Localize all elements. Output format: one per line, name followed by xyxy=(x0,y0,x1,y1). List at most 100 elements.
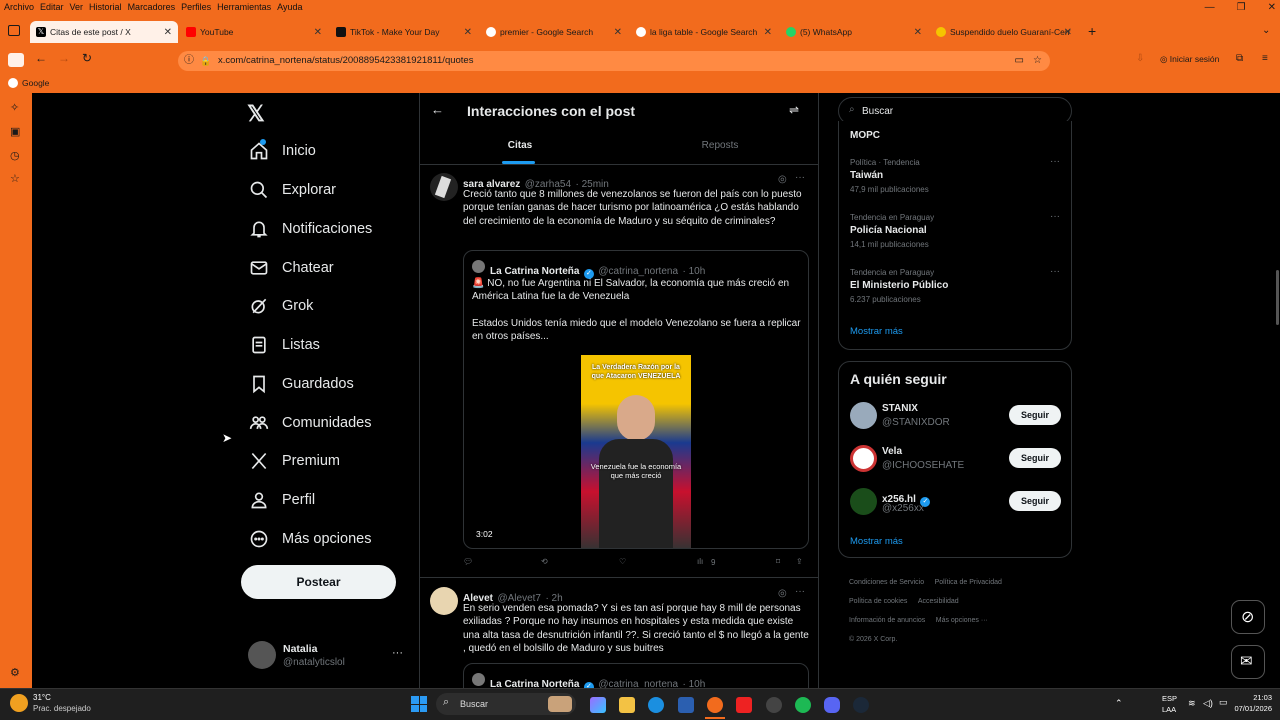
close-tab-icon[interactable]: ✕ xyxy=(1064,27,1072,38)
bookmark-icon[interactable]: ⌑ xyxy=(776,557,780,566)
taskbar-search[interactable]: ⌕ Buscar xyxy=(436,693,576,715)
nav-premium[interactable]: Premium xyxy=(249,446,340,476)
trend-item[interactable]: Política · Tendencia Taiwán 47,9 mil pub… xyxy=(850,156,1060,194)
nav-comunidades[interactable]: Comunidades xyxy=(249,408,371,438)
show-more-trends-link[interactable]: Mostrar más xyxy=(850,326,903,337)
outlook-icon[interactable] xyxy=(678,697,694,713)
history-icon[interactable]: ◷ xyxy=(10,149,20,162)
nav-mas-opciones[interactable]: Más opciones xyxy=(249,524,371,554)
weather-desc[interactable]: Prac. despejado xyxy=(33,704,91,713)
avatar[interactable] xyxy=(430,587,458,615)
follow-button[interactable]: Seguir xyxy=(1009,448,1061,468)
site-info-icon[interactable]: ⓘ xyxy=(184,51,194,71)
like-icon[interactable]: ♡ xyxy=(619,557,626,566)
windows-start-icon[interactable] xyxy=(411,696,427,712)
bookmarks-icon[interactable]: ☆ xyxy=(10,172,20,185)
sparkle-icon[interactable]: ✧ xyxy=(10,101,19,114)
wallet-icon[interactable]: ▣ xyxy=(10,125,20,138)
close-tab-icon[interactable]: ✕ xyxy=(614,27,622,38)
language-indicator[interactable]: ESP xyxy=(1162,694,1177,703)
grok-icon[interactable]: ◎ xyxy=(778,588,787,599)
weather-temp[interactable]: 31°C xyxy=(33,693,51,702)
more-icon[interactable]: ··· xyxy=(1050,156,1060,167)
menu-herramientas[interactable]: Herramientas xyxy=(217,0,271,14)
views-icon[interactable]: ılı xyxy=(697,557,703,566)
tab-news[interactable]: Suspendido duelo Guaraní-Cerr ✕ xyxy=(930,21,1078,43)
more-icon[interactable]: ··· xyxy=(795,172,805,183)
nav-explorar[interactable]: Explorar xyxy=(249,175,336,205)
tab-reposts[interactable]: Reposts xyxy=(620,131,818,165)
nav-listas[interactable]: Listas xyxy=(249,330,320,360)
browser-icon[interactable] xyxy=(707,697,723,713)
tab-whatsapp[interactable]: (5) WhatsApp ✕ xyxy=(780,21,928,43)
x-logo-icon[interactable]: 𝕏 xyxy=(247,101,265,127)
footer-link-terms[interactable]: Condiciones de Servicio xyxy=(849,579,924,586)
grok-fab[interactable]: ⊘ xyxy=(1231,600,1265,634)
tab-overview-icon[interactable] xyxy=(8,25,20,36)
close-window-icon[interactable]: ✕ xyxy=(1268,2,1276,13)
keyboard-layout[interactable]: LAA xyxy=(1162,705,1176,714)
youtube-icon[interactable] xyxy=(736,697,752,713)
repost-icon[interactable]: ⟲ xyxy=(541,557,548,566)
follow-button[interactable]: Seguir xyxy=(1009,405,1061,425)
filter-icon[interactable]: ⇌ xyxy=(789,103,799,117)
show-more-follow-link[interactable]: Mostrar más xyxy=(850,536,903,547)
menu-archivo[interactable]: Archivo xyxy=(4,0,34,14)
reload-icon[interactable]: ↻ xyxy=(82,51,92,65)
clock-time[interactable]: 21:03 xyxy=(1238,693,1272,702)
messages-fab[interactable]: ✉ xyxy=(1231,645,1265,679)
download-icon[interactable]: ⇩ xyxy=(1136,53,1144,64)
address-bar[interactable]: ⓘ 🔒 x.com/catrina_nortena/status/2008895… xyxy=(178,51,1050,71)
file-explorer-icon[interactable] xyxy=(619,697,635,713)
quoted-post[interactable]: La Catrina Norteña ✓ @catrina_nortena · … xyxy=(463,663,809,688)
follow-suggestion[interactable]: STANIX @STANIXDOR Seguir xyxy=(839,400,1071,436)
post-button[interactable]: Postear xyxy=(241,565,396,599)
spotify-icon[interactable] xyxy=(795,697,811,713)
menu-historial[interactable]: Historial xyxy=(89,0,122,14)
footer-link-ads[interactable]: Información de anuncios xyxy=(849,617,925,624)
tab-tiktok[interactable]: TikTok - Make Your Day ✕ xyxy=(330,21,478,43)
search-input[interactable]: Buscar xyxy=(862,106,893,117)
tab-youtube[interactable]: YouTube ✕ xyxy=(180,21,328,43)
menu-editar[interactable]: Editar xyxy=(40,0,64,14)
bookmark-google[interactable]: Google xyxy=(22,78,49,88)
steam-icon[interactable] xyxy=(853,697,869,713)
tab-citas[interactable]: Citas xyxy=(420,131,620,165)
footer-link-more[interactable]: Más opciones ··· xyxy=(936,617,988,624)
menu-ayuda[interactable]: Ayuda xyxy=(277,0,302,14)
avatar[interactable] xyxy=(430,173,458,201)
account-switcher[interactable]: Natalia @natalyticslol ··· xyxy=(248,641,418,671)
footer-link-accessibility[interactable]: Accesibilidad xyxy=(918,598,959,605)
settings-icon[interactable]: ⚙ xyxy=(10,666,20,679)
discord-icon[interactable] xyxy=(824,697,840,713)
back-arrow-icon[interactable]: ← xyxy=(431,102,444,117)
more-icon[interactable]: ··· xyxy=(1050,266,1060,277)
nav-guardados[interactable]: Guardados xyxy=(249,369,354,399)
share-icon[interactable]: ⇪ xyxy=(796,557,803,566)
close-tab-icon[interactable]: ✕ xyxy=(764,27,772,38)
menu-icon[interactable]: ≡ xyxy=(1262,53,1268,64)
follow-suggestion[interactable]: x256.hl ✓ @x256xx Seguir xyxy=(839,486,1071,522)
menu-ver[interactable]: Ver xyxy=(70,0,84,14)
close-tab-icon[interactable]: ✕ xyxy=(164,27,172,38)
nav-notificaciones[interactable]: Notificaciones xyxy=(249,214,372,244)
reply-icon[interactable]: 💬︎ xyxy=(463,557,473,566)
github-icon[interactable] xyxy=(766,697,782,713)
follow-suggestion[interactable]: Vela @ICHOOSEHATE Seguir xyxy=(839,443,1071,479)
close-tab-icon[interactable]: ✕ xyxy=(464,27,472,38)
follow-button[interactable]: Seguir xyxy=(1009,491,1061,511)
edge-icon[interactable] xyxy=(648,697,664,713)
wifi-icon[interactable]: ≋ xyxy=(1188,698,1196,709)
weather-icon[interactable] xyxy=(10,694,28,712)
nav-perfil[interactable]: Perfil xyxy=(249,485,315,515)
restore-icon[interactable]: ❐ xyxy=(1237,2,1246,13)
sidebar-toggle-icon[interactable] xyxy=(8,53,24,67)
forward-icon[interactable]: → xyxy=(58,51,70,65)
back-icon[interactable]: ← xyxy=(35,51,47,65)
close-tab-icon[interactable]: ✕ xyxy=(914,27,922,38)
post[interactable]: sara alvarez @zarha54 · 25min ◎ ··· Crec… xyxy=(420,165,818,578)
more-icon[interactable]: ··· xyxy=(795,586,805,597)
video-player[interactable]: La Verdadera Razón por la que Atacaron V… xyxy=(581,355,691,548)
footer-link-privacy[interactable]: Política de Privacidad xyxy=(935,579,1002,586)
trend-item[interactable]: Tendencia en Paraguay Policía Nacional 1… xyxy=(850,211,1060,249)
